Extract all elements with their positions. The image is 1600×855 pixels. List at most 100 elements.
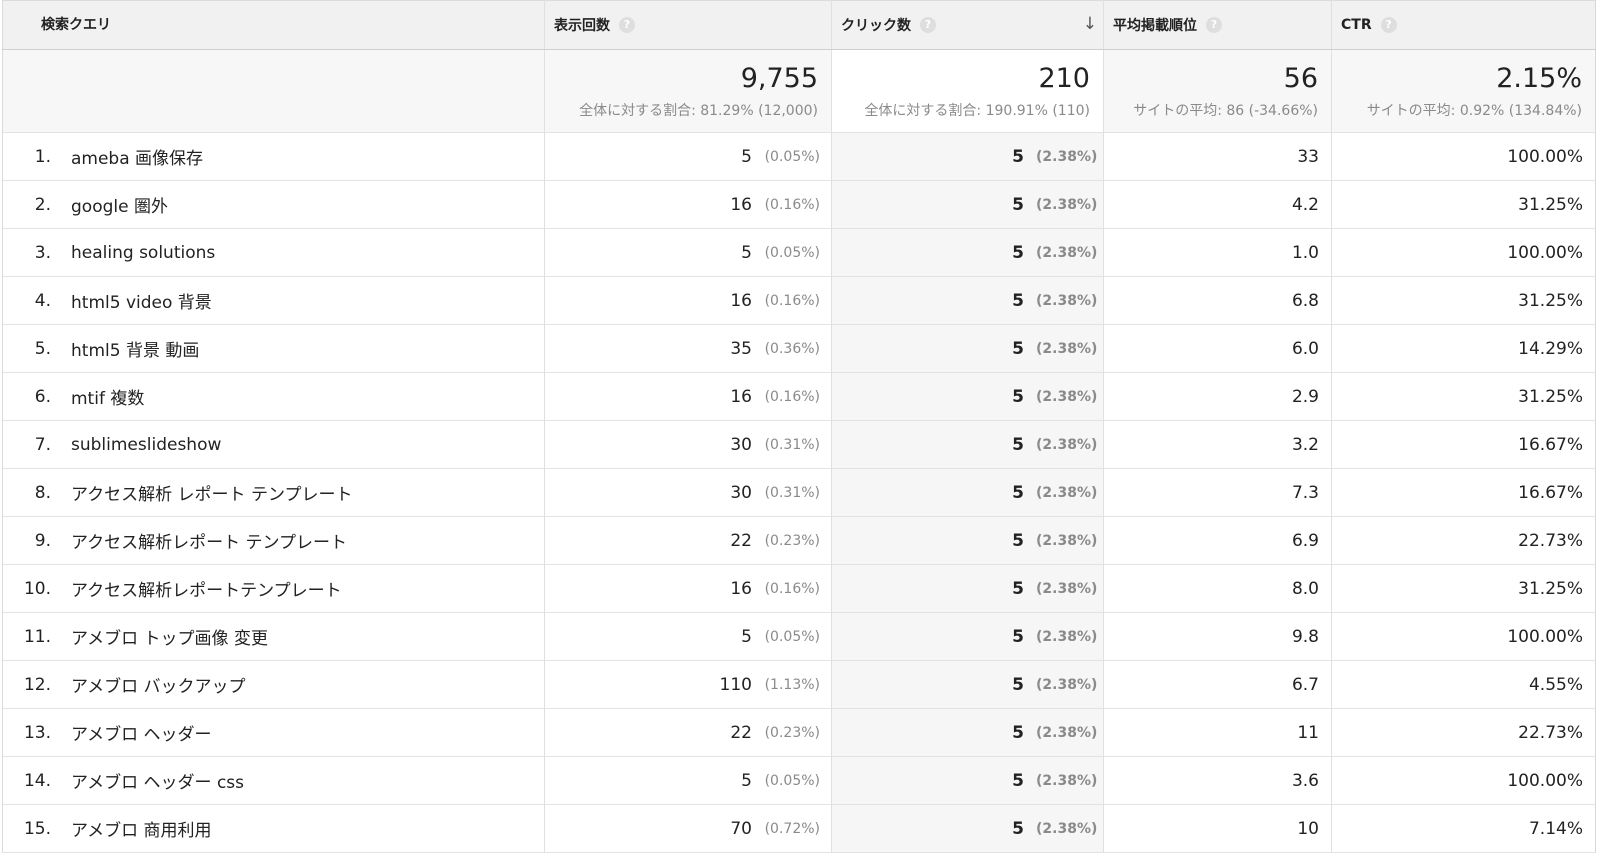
table-row: 5. html5 背景 動画 35 (0.36%) 5 (2.38%) 6.0 …	[2, 324, 1596, 373]
total-ctr-value: 2.15%	[1496, 63, 1582, 94]
query-link[interactable]: アクセス解析レポート テンプレート	[71, 528, 347, 553]
query-link[interactable]: html5 video 背景	[71, 288, 212, 313]
search-query-table: 検索クエリ 表示回数? クリック数? ↓ 平均掲載順位? CTR? 9,755 …	[2, 0, 1596, 853]
query-link[interactable]: google 圏外	[71, 192, 168, 217]
clicks-cell: 5 (2.38%)	[831, 276, 1104, 325]
avg-position-cell: 10	[1103, 804, 1332, 853]
row-rank: 13.	[23, 722, 51, 743]
row-rank: 9.	[34, 530, 51, 551]
impressions-percent: (0.23%)	[764, 724, 820, 741]
clicks-cell: 5 (2.38%)	[831, 516, 1104, 565]
clicks-percent: (2.38%)	[1036, 388, 1098, 405]
impressions-value: 30	[730, 434, 752, 455]
impressions-value: 5	[741, 146, 752, 167]
totals-avg-position-cell: 56 サイトの平均: 86 (-34.66%)	[1103, 49, 1332, 133]
query-link[interactable]: mtif 複数	[71, 384, 144, 409]
impressions-cell: 70 (0.72%)	[544, 804, 832, 853]
clicks-percent: (2.38%)	[1036, 340, 1098, 357]
query-link[interactable]: アメブロ ヘッダー	[71, 720, 212, 745]
impressions-percent: (0.16%)	[764, 196, 820, 213]
impressions-cell: 5 (0.05%)	[544, 612, 832, 661]
table-header-row: 検索クエリ 表示回数? クリック数? ↓ 平均掲載順位? CTR?	[2, 0, 1596, 50]
clicks-percent: (2.38%)	[1036, 820, 1098, 837]
table-row: 1. ameba 画像保存 5 (0.05%) 5 (2.38%) 33 100…	[2, 132, 1596, 181]
impressions-cell: 5 (0.05%)	[544, 756, 832, 805]
clicks-percent: (2.38%)	[1036, 148, 1098, 165]
ctr-cell: 4.55%	[1331, 660, 1596, 709]
ctr-cell: 14.29%	[1331, 324, 1596, 373]
total-avg-position-note: サイトの平均: 86 (-34.66%)	[1133, 103, 1318, 119]
table-row: 3. healing solutions 5 (0.05%) 5 (2.38%)…	[2, 228, 1596, 277]
query-link[interactable]: アメブロ 商用利用	[71, 816, 212, 841]
totals-row: 9,755 全体に対する割合: 81.29% (12,000) 210 全体に対…	[2, 49, 1596, 133]
impressions-cell: 30 (0.31%)	[544, 420, 832, 469]
impressions-cell: 22 (0.23%)	[544, 516, 832, 565]
query-cell: 3. healing solutions	[2, 228, 545, 277]
avg-position-cell: 7.3	[1103, 468, 1332, 517]
ctr-cell: 100.00%	[1331, 756, 1596, 805]
query-link[interactable]: アクセス解析レポートテンプレート	[71, 576, 342, 601]
query-link[interactable]: sublimeslideshow	[71, 435, 221, 455]
clicks-value: 5	[1012, 242, 1024, 263]
sort-descending-icon[interactable]: ↓	[1083, 14, 1097, 34]
help-icon[interactable]: ?	[1206, 17, 1222, 33]
table-row: 8. アクセス解析 レポート テンプレート 30 (0.31%) 5 (2.38…	[2, 468, 1596, 517]
clicks-percent: (2.38%)	[1036, 628, 1098, 645]
impressions-cell: 30 (0.31%)	[544, 468, 832, 517]
query-link[interactable]: healing solutions	[71, 243, 215, 263]
column-header-avg-position[interactable]: 平均掲載順位?	[1103, 0, 1332, 50]
query-link[interactable]: ameba 画像保存	[71, 144, 203, 169]
clicks-cell: 5 (2.38%)	[831, 564, 1104, 613]
column-header-impressions[interactable]: 表示回数?	[544, 0, 832, 50]
ctr-cell: 100.00%	[1331, 228, 1596, 277]
impressions-value: 22	[730, 530, 752, 551]
total-impressions-value: 9,755	[740, 63, 818, 94]
table-row: 9. アクセス解析レポート テンプレート 22 (0.23%) 5 (2.38%…	[2, 516, 1596, 565]
column-header-clicks[interactable]: クリック数? ↓	[831, 0, 1104, 50]
impressions-percent: (0.31%)	[764, 484, 820, 501]
impressions-percent: (1.13%)	[764, 676, 820, 693]
clicks-percent: (2.38%)	[1036, 676, 1098, 693]
row-rank: 4.	[34, 290, 51, 311]
impressions-value: 30	[730, 482, 752, 503]
query-cell: 12. アメブロ バックアップ	[2, 660, 545, 709]
clicks-percent: (2.38%)	[1036, 724, 1098, 741]
clicks-cell: 5 (2.38%)	[831, 804, 1104, 853]
help-icon[interactable]: ?	[619, 17, 635, 33]
impressions-value: 16	[730, 578, 752, 599]
query-link[interactable]: アメブロ トップ画像 変更	[71, 624, 268, 649]
clicks-percent: (2.38%)	[1036, 244, 1098, 261]
query-cell: 8. アクセス解析 レポート テンプレート	[2, 468, 545, 517]
impressions-value: 5	[741, 242, 752, 263]
clicks-value: 5	[1012, 194, 1024, 215]
row-rank: 5.	[34, 338, 51, 359]
avg-position-cell: 6.7	[1103, 660, 1332, 709]
impressions-cell: 16 (0.16%)	[544, 564, 832, 613]
impressions-value: 16	[730, 194, 752, 215]
query-link[interactable]: アメブロ バックアップ	[71, 672, 246, 697]
query-link[interactable]: アメブロ ヘッダー css	[71, 768, 244, 793]
clicks-value: 5	[1012, 146, 1024, 167]
clicks-cell: 5 (2.38%)	[831, 132, 1104, 181]
query-cell: 13. アメブロ ヘッダー	[2, 708, 545, 757]
impressions-cell: 35 (0.36%)	[544, 324, 832, 373]
ctr-cell: 22.73%	[1331, 516, 1596, 565]
totals-clicks-cell: 210 全体に対する割合: 190.91% (110)	[831, 49, 1104, 133]
clicks-cell: 5 (2.38%)	[831, 660, 1104, 709]
clicks-cell: 5 (2.38%)	[831, 468, 1104, 517]
query-link[interactable]: アクセス解析 レポート テンプレート	[71, 480, 352, 505]
row-rank: 8.	[34, 482, 51, 503]
help-icon[interactable]: ?	[1380, 17, 1397, 33]
clicks-value: 5	[1012, 818, 1024, 839]
query-link[interactable]: html5 背景 動画	[71, 336, 199, 361]
report-table-container: 検索クエリ 表示回数? クリック数? ↓ 平均掲載順位? CTR? 9,755 …	[0, 0, 1600, 855]
column-header-query[interactable]: 検索クエリ	[2, 0, 545, 50]
avg-position-cell: 6.8	[1103, 276, 1332, 325]
total-impressions-note: 全体に対する割合: 81.29% (12,000)	[579, 103, 818, 119]
column-header-label: 平均掲載順位	[1113, 18, 1197, 34]
help-icon[interactable]: ?	[920, 17, 936, 33]
ctr-cell: 16.67%	[1331, 468, 1596, 517]
impressions-percent: (0.16%)	[764, 388, 820, 405]
column-header-ctr[interactable]: CTR?	[1331, 0, 1596, 50]
ctr-cell: 31.25%	[1331, 564, 1596, 613]
